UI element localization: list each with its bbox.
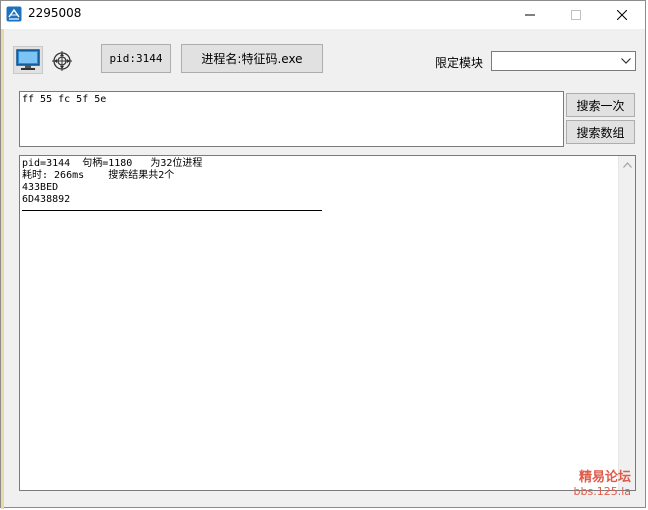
maximize-icon: [571, 10, 581, 20]
app-icon: [6, 6, 22, 22]
close-icon: [617, 10, 627, 20]
results-output[interactable]: pid=3144 句柄=1180 为32位进程 耗时: 266ms 搜索结果共2…: [19, 155, 636, 491]
vertical-scrollbar[interactable]: [618, 156, 635, 490]
watermark: 精易论坛 bbs.125.la: [574, 470, 631, 498]
monitor-button[interactable]: [13, 46, 43, 74]
search-array-button[interactable]: 搜索数组: [566, 120, 635, 144]
pid-button[interactable]: pid:3144: [101, 44, 171, 73]
window-title: 2295008: [28, 6, 82, 20]
maximize-button[interactable]: [553, 1, 599, 29]
scroll-up-icon[interactable]: [619, 156, 635, 173]
module-filter-label: 限定模块: [435, 56, 484, 70]
results-separator: [22, 210, 322, 211]
background-window-edge: [1, 29, 4, 509]
monitor-icon: [16, 49, 40, 70]
title-bar[interactable]: 2295008: [1, 1, 645, 29]
pattern-input[interactable]: ff 55 fc 5f 5e: [19, 91, 564, 147]
result-line: pid=3144 句柄=1180 为32位进程: [22, 158, 203, 169]
result-line: 耗时: 266ms 搜索结果共2个: [22, 170, 175, 181]
chevron-down-icon: [619, 54, 633, 68]
close-button[interactable]: [599, 1, 645, 29]
minimize-button[interactable]: [507, 1, 553, 29]
pattern-input-value: ff 55 fc 5f 5e: [22, 94, 107, 105]
watermark-url: bbs.125.la: [573, 485, 631, 498]
crosshair-target-icon: [52, 51, 72, 71]
module-filter-select[interactable]: [491, 51, 636, 71]
results-text: pid=3144 句柄=1180 为32位进程 耗时: 266ms 搜索结果共2…: [22, 158, 202, 206]
result-line: 6D438892: [22, 194, 71, 205]
watermark-name: 精易论坛: [578, 470, 631, 485]
minimize-icon: [525, 14, 535, 16]
target-picker-button[interactable]: [50, 49, 74, 73]
process-name-button[interactable]: 进程名:特征码.exe: [181, 44, 323, 73]
main-window: 2295008 pid:3144 进程名:特征码.exe 限定模块 ff 55 …: [0, 0, 646, 509]
search-once-button[interactable]: 搜索一次: [566, 93, 635, 117]
result-line: 433BED: [22, 182, 59, 193]
